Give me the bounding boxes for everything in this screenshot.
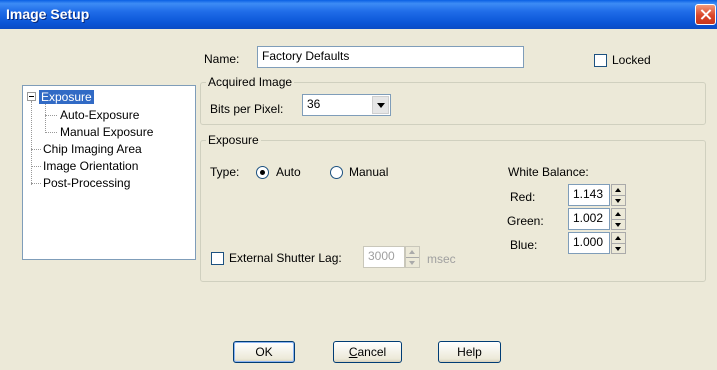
collapse-icon[interactable] [27, 92, 36, 101]
tree-item-exposure[interactable]: Exposure [39, 90, 94, 104]
bits-per-pixel-value: 36 [307, 97, 321, 111]
spin-down-icon[interactable] [612, 244, 625, 254]
tree-line [45, 102, 46, 133]
tree-item-auto-exposure[interactable]: Auto-Exposure [60, 108, 139, 122]
red-spinner[interactable] [611, 184, 626, 206]
spin-up-icon[interactable] [612, 233, 625, 244]
green-input[interactable]: 1.002 [568, 208, 610, 230]
shutter-lag-unit: msec [427, 252, 456, 266]
tree-item-post-processing[interactable]: Post-Processing [43, 176, 130, 190]
type-auto-label: Auto [276, 165, 301, 179]
name-input[interactable]: Factory Defaults [257, 46, 524, 68]
category-tree[interactable]: Exposure Auto-Exposure Manual Exposure C… [22, 85, 196, 260]
shutter-lag-spinner[interactable] [405, 246, 420, 268]
tree-line [31, 101, 32, 185]
blue-value: 1.000 [573, 235, 604, 249]
name-label: Name: [204, 52, 240, 66]
green-spinner[interactable] [611, 208, 626, 230]
acquired-image-title: Acquired Image [206, 75, 295, 89]
bits-per-pixel-label: Bits per Pixel: [210, 102, 284, 116]
tree-line [45, 132, 57, 133]
spin-up-icon[interactable] [612, 185, 625, 196]
white-balance-title: White Balance: [508, 165, 589, 179]
blue-input[interactable]: 1.000 [568, 232, 610, 254]
shutter-lag-checkbox[interactable] [211, 252, 224, 265]
shutter-lag-label: External Shutter Lag: [229, 251, 342, 265]
spin-down-icon[interactable] [406, 258, 419, 268]
tree-line [31, 183, 41, 184]
name-value: Factory Defaults [262, 49, 350, 63]
shutter-lag-value: 3000 [368, 249, 395, 263]
window-title: Image Setup [6, 6, 90, 22]
type-manual-radio[interactable] [330, 166, 343, 179]
red-input[interactable]: 1.143 [568, 184, 610, 206]
title-bar: Image Setup [0, 0, 717, 29]
tree-item-image-orientation[interactable]: Image Orientation [43, 159, 138, 173]
exposure-title: Exposure [206, 133, 261, 147]
spin-up-icon[interactable] [612, 209, 625, 220]
shutter-lag-input[interactable]: 3000 [363, 246, 405, 268]
type-manual-label: Manual [349, 165, 389, 179]
tree-line [31, 166, 41, 167]
locked-label: Locked [612, 53, 651, 67]
tree-line [45, 115, 57, 116]
help-button[interactable]: Help [438, 341, 501, 363]
tree-item-chip-imaging-area[interactable]: Chip Imaging Area [43, 142, 142, 156]
green-label: Green: [507, 214, 544, 228]
red-value: 1.143 [573, 187, 604, 201]
cancel-label-rest: ancel [357, 345, 387, 359]
chevron-down-icon[interactable] [372, 96, 389, 114]
bits-per-pixel-select[interactable]: 36 [302, 94, 391, 116]
red-label: Red: [510, 190, 536, 204]
type-label: Type: [210, 165, 240, 179]
spin-down-icon[interactable] [612, 196, 625, 206]
tree-item-manual-exposure[interactable]: Manual Exposure [60, 125, 153, 139]
close-icon[interactable] [695, 4, 716, 25]
spin-up-icon[interactable] [406, 247, 419, 258]
tree-line [31, 149, 41, 150]
green-value: 1.002 [573, 211, 604, 225]
cancel-button[interactable]: Cancel [333, 341, 402, 363]
spin-down-icon[interactable] [612, 220, 625, 230]
locked-checkbox[interactable] [594, 54, 607, 67]
type-auto-radio[interactable] [256, 166, 269, 179]
ok-button[interactable]: OK [233, 341, 295, 363]
blue-label: Blue: [510, 238, 538, 252]
blue-spinner[interactable] [611, 232, 626, 254]
